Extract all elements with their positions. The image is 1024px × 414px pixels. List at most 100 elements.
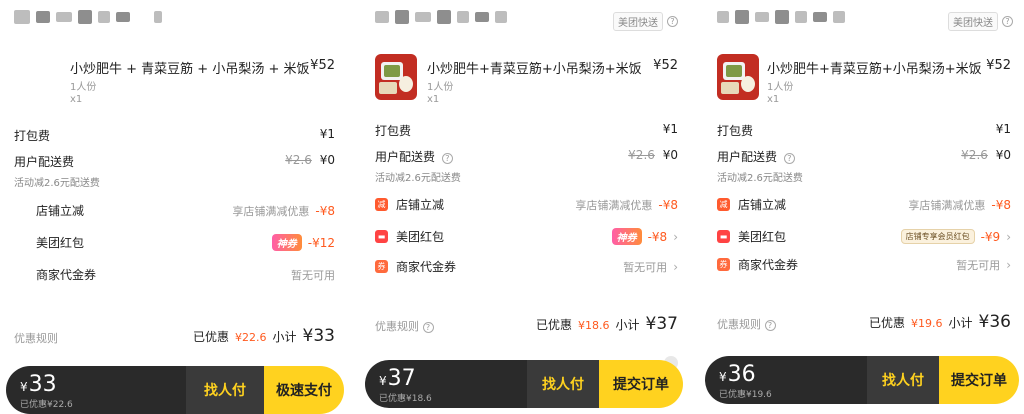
voucher-label: 商家代金券: [36, 268, 97, 282]
saved-amount: ¥22.6: [235, 331, 267, 344]
help-icon[interactable]: ?: [441, 153, 453, 164]
red-packet-icon: ▬: [717, 230, 730, 243]
item-name: 小炒肥牛 + 青菜豆筋 + 小吊梨汤 + 米饭: [70, 62, 310, 77]
item-qty: x1: [427, 94, 440, 105]
item-name: 小炒肥牛+青菜豆筋+小吊梨汤+米饭: [767, 62, 982, 77]
order-item: 小炒肥牛+青菜豆筋+小吊梨汤+米饭 ¥52 1人份 x1: [375, 54, 678, 114]
voucher-value: 暂无可用: [623, 260, 668, 274]
discount-icon: 减: [375, 198, 388, 211]
total-amount: 37: [387, 366, 416, 391]
red-packet-value: -¥9: [980, 229, 1001, 244]
store-discount-row[interactable]: 店铺立减 享店铺满减优惠 -¥8: [36, 202, 335, 219]
store-discount-value: -¥8: [315, 203, 335, 218]
voucher-row[interactable]: 商家代金券 暂无可用: [36, 266, 335, 283]
store-discount-value: -¥8: [658, 197, 678, 212]
submit-order-button[interactable]: 提交订单: [599, 360, 683, 408]
meituan-express-tag: 美团快送: [613, 12, 663, 31]
help-icon[interactable]: ?: [667, 16, 678, 27]
red-packet-label: 美团红包: [738, 230, 787, 244]
discount-rules-link[interactable]: 优惠规则 ?: [375, 320, 434, 333]
summary-row: 优惠规则 已优惠 ¥22.6 小计 ¥33: [14, 326, 335, 346]
voucher-value: 暂无可用: [291, 268, 335, 282]
red-packet-row[interactable]: ▬ 美团红包 神券 -¥8 ›: [375, 228, 678, 245]
help-icon[interactable]: ?: [1002, 16, 1013, 27]
delivery-fee-value: ¥0: [319, 153, 335, 167]
delivery-fee-original: ¥2.6: [961, 148, 988, 162]
quick-pay-button[interactable]: 极速支付: [264, 366, 344, 414]
meituan-express-tag: 美团快送: [948, 12, 998, 31]
red-packet-row[interactable]: 美团红包 神券 -¥12: [36, 234, 335, 251]
packing-fee-label: 打包费: [14, 129, 51, 143]
summary-row: 优惠规则 ? 已优惠 ¥19.6 小计 ¥36: [717, 312, 1011, 332]
red-packet-row[interactable]: ▬ 美团红包 店铺专享会员红包 -¥9 ›: [717, 228, 1011, 245]
voucher-label: 商家代金券: [396, 260, 457, 274]
saved-label: 已优惠: [536, 318, 573, 332]
find-payer-button[interactable]: 找人付: [527, 360, 599, 408]
checkout-bar: ¥33 已优惠¥22.6 找人付 极速支付: [6, 366, 344, 414]
subtotal-amount: ¥33: [302, 326, 335, 346]
store-discount-value: -¥8: [991, 197, 1011, 212]
voucher-icon: 券: [717, 258, 730, 271]
order-panel-2: 美团快送 ? 小炒肥牛+青菜豆筋+小吊梨汤+米饭 ¥52 1人份 x1 打包费 …: [361, 0, 688, 414]
discount-rules-link[interactable]: 优惠规则 ?: [717, 318, 776, 331]
packing-fee-value: ¥1: [995, 122, 1011, 136]
delivery-fee-row: 用户配送费 ¥2.6 ¥0: [14, 153, 335, 170]
store-discount-label: 店铺立减: [36, 204, 85, 218]
voucher-row[interactable]: 券 商家代金券 暂无可用 ›: [717, 256, 1011, 273]
total-saved: 已优惠¥22.6: [20, 400, 73, 410]
food-thumbnail: [375, 54, 417, 100]
chevron-right-icon: ›: [673, 229, 678, 244]
store-discount-label: 店铺立减: [396, 198, 445, 212]
chevron-right-icon: ›: [1006, 257, 1011, 272]
summary-row: 优惠规则 ? 已优惠 ¥18.6 小计 ¥37: [375, 314, 678, 334]
total-saved: 已优惠¥19.6: [719, 390, 772, 400]
item-portion: 1人份: [70, 82, 97, 93]
subtotal-label: 小计: [948, 316, 973, 330]
find-payer-button[interactable]: 找人付: [867, 356, 939, 404]
item-name: 小炒肥牛+青菜豆筋+小吊梨汤+米饭: [427, 62, 642, 77]
discount-icon: 减: [717, 198, 730, 211]
voucher-value: 暂无可用: [956, 258, 1001, 272]
item-qty: x1: [767, 94, 780, 105]
voucher-label: 商家代金券: [738, 258, 799, 272]
store-discount-desc: 享店铺满减优惠: [575, 198, 653, 212]
store-discount-row[interactable]: 减 店铺立减 享店铺满减优惠 -¥8: [375, 196, 678, 213]
delivery-tag: 美团快送 ?: [948, 12, 1013, 31]
store-discount-row[interactable]: 减 店铺立减 享店铺满减优惠 -¥8: [717, 196, 1011, 213]
delivery-fee-row: 用户配送费 ? ¥2.6 ¥0: [375, 148, 678, 165]
submit-order-button[interactable]: 提交订单: [939, 356, 1019, 404]
item-price: ¥52: [310, 58, 335, 73]
delivery-tag: 美团快送 ?: [613, 12, 678, 31]
order-card: 美团快送 ? 小炒肥牛+青菜豆筋+小吊梨汤+米饭 ¥52 1人份 x1 打包费 …: [703, 0, 1021, 340]
discount-rules-link[interactable]: 优惠规则: [14, 332, 58, 345]
help-icon: ?: [764, 320, 776, 331]
delivery-fee-value: ¥0: [662, 148, 678, 162]
order-item: 小炒肥牛 + 青菜豆筋 + 小吊梨汤 + 米饭 ¥52 1人份 x1: [14, 54, 335, 114]
order-card: 美团快送 ? 小炒肥牛+青菜豆筋+小吊梨汤+米饭 ¥52 1人份 x1 打包费 …: [361, 0, 688, 340]
packing-fee-label: 打包费: [717, 124, 754, 138]
red-packet-icon: ▬: [375, 230, 388, 243]
checkout-bar: ¥36 已优惠¥19.6 找人付 提交订单: [705, 356, 1019, 404]
red-packet-value: -¥12: [307, 235, 335, 250]
total-amount: 36: [727, 362, 756, 387]
order-item: 小炒肥牛+青菜豆筋+小吊梨汤+米饭 ¥52 1人份 x1: [717, 54, 1011, 114]
subtotal-label: 小计: [615, 318, 640, 332]
subtotal-amount: ¥37: [645, 314, 678, 334]
delivery-fee-original: ¥2.6: [285, 153, 312, 167]
voucher-row[interactable]: 券 商家代金券 暂无可用 ›: [375, 258, 678, 275]
voucher-icon: 券: [375, 260, 388, 273]
total-display: ¥33 已优惠¥22.6: [6, 366, 186, 414]
delivery-fee-row: 用户配送费 ? ¥2.6 ¥0: [717, 148, 1011, 165]
find-payer-button[interactable]: 找人付: [186, 366, 264, 414]
order-card: 小炒肥牛 + 青菜豆筋 + 小吊梨汤 + 米饭 ¥52 1人份 x1 打包费 ¥…: [0, 0, 345, 360]
store-discount-label: 店铺立减: [738, 198, 787, 212]
shenquan-badge: 神券: [271, 234, 302, 251]
help-icon[interactable]: ?: [783, 153, 795, 164]
shenquan-badge: 神券: [611, 228, 642, 245]
delivery-fee-label: 用户配送费: [717, 150, 778, 164]
order-panel-1: 小炒肥牛 + 青菜豆筋 + 小吊梨汤 + 米饭 ¥52 1人份 x1 打包费 ¥…: [0, 0, 345, 414]
total-display: ¥36 已优惠¥19.6: [705, 356, 867, 404]
subtotal-amount: ¥36: [978, 312, 1011, 332]
help-icon: ?: [422, 322, 434, 333]
packing-fee-row: 打包费 ¥1: [375, 122, 678, 139]
